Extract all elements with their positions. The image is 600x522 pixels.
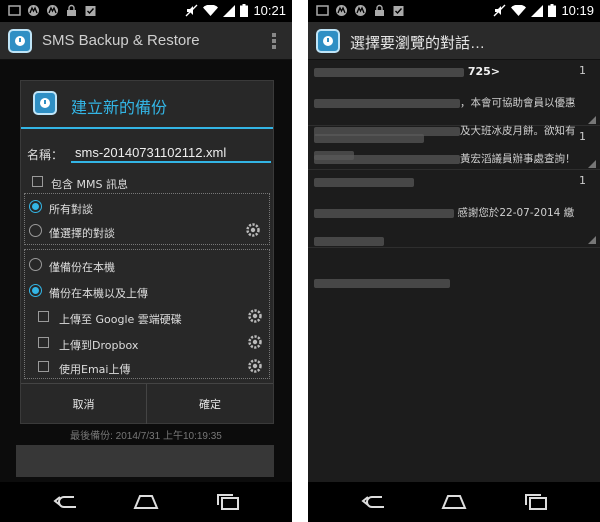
backup-local-row[interactable]: 僅備份在本機 [25,256,269,278]
preview-line-1: ，本會可協助會員以優惠 [460,97,576,109]
home-icon[interactable] [132,493,160,511]
action-bar: SMS Backup & Restore [0,22,292,60]
lock-icon [67,4,76,16]
page-title: 選擇要瀏覽的對話… [350,35,486,52]
upload-email-row[interactable]: 使用Emai上傳 [25,358,269,380]
signal-icon [531,4,544,17]
create-backup-dialog: 建立新的備份 名稱： 包含 MMS 訊息 所有對談 僅選擇的對談 僅備 [20,80,274,424]
back-icon[interactable] [360,493,388,511]
overflow-menu-icon[interactable] [272,33,276,49]
include-mms-row[interactable]: 包含 MMS 訊息 [21,173,273,195]
back-icon[interactable] [52,493,80,511]
mute-icon [493,4,506,17]
battery-icon [240,4,249,17]
dialog-header: 建立新的備份 [21,81,273,129]
upload-email-checkbox[interactable] [38,361,49,372]
home-icon[interactable] [440,493,468,511]
all-conversations-label: 所有對談 [49,203,93,216]
sms-backup-app-icon [33,91,57,115]
app-title: SMS Backup & Restore [42,32,200,49]
name-label: 名稱： [27,148,64,162]
include-mms-label: 包含 MMS 訊息 [51,178,128,191]
upload-google-row[interactable]: 上傳至 Google 雲端硬碟 [25,308,269,330]
corner-indicator-icon [588,116,596,124]
message-count: 1 [579,64,586,77]
conversation-header [314,175,414,188]
gear-icon[interactable] [247,308,263,324]
include-mms-checkbox[interactable] [32,176,43,187]
cancel-button[interactable]: 取消 [21,384,147,424]
recents-icon[interactable] [522,493,550,511]
motorola-icon [336,5,347,16]
upload-dropbox-checkbox[interactable] [38,337,49,348]
backup-destination-group: 僅備份在本機 備份在本機以及上傳 上傳至 Google 雲端硬碟 上傳到Drop… [24,249,270,379]
lock-icon [375,4,384,16]
notification-icon [316,5,329,16]
conversation-header [314,131,424,144]
conversation-preview [314,148,592,162]
dialog-buttons: 取消 確定 [21,383,273,424]
status-bar: 10:21 [0,0,292,22]
backup-local-upload-row[interactable]: 備份在本機以及上傳 [25,282,269,304]
gear-icon[interactable] [247,334,263,350]
all-conversations-row[interactable]: 所有對談 [25,198,269,220]
gear-icon[interactable] [247,358,263,374]
upload-dropbox-row[interactable]: 上傳到Dropbox [25,334,269,356]
battery-icon [548,4,557,17]
conversation-item[interactable]: 1 感謝您於22-07-2014 繳 [308,170,600,288]
backup-local-upload-label: 備份在本機以及上傳 [49,287,148,300]
upload-email-label: 使用Emai上傳 [59,363,131,376]
sms-backup-app-icon [316,29,340,53]
ok-button[interactable]: 確定 [147,384,273,424]
selected-conversations-row[interactable]: 僅選擇的對談 [25,222,269,244]
recents-icon[interactable] [214,493,242,511]
conversation-preview: 感謝您於22-07-2014 繳 [314,192,592,304]
dialog-title: 建立新的備份 [71,98,168,117]
name-row: 名稱： [25,143,271,165]
conversation-header-tail: 725> [467,65,501,78]
conversation-header: 725> [314,65,500,78]
wifi-icon [203,4,219,16]
message-count: 1 [579,130,586,143]
navigation-bar [308,482,600,522]
left-screen: 10:21 SMS Backup & Restore 最後備份: 2014/7/… [0,0,292,522]
notification-icon [8,5,21,16]
selected-conversations-radio[interactable] [29,224,42,237]
sms-backup-app-icon [8,29,32,53]
preview-line-1: 感謝您於22-07-2014 繳 [457,207,575,219]
conversation-scope-group: 所有對談 僅選擇的對談 [24,193,270,245]
checklist-icon [393,6,404,16]
background-card [16,445,274,477]
right-screen: 10:19 選擇要瀏覽的對話… 725> 1 ，本會可協助會員以優惠 及大班冰皮… [308,0,600,522]
motorola-icon [47,5,58,16]
motorola-icon [28,5,39,16]
status-bar: 10:19 [308,0,600,22]
gear-icon[interactable] [245,222,261,238]
status-time: 10:19 [561,3,594,18]
navigation-bar [0,482,292,522]
motorola-icon [355,5,366,16]
backup-local-radio[interactable] [29,258,42,271]
checklist-icon [85,6,96,16]
upload-google-checkbox[interactable] [38,311,49,322]
corner-indicator-icon [588,236,596,244]
mute-icon [185,4,198,17]
status-time: 10:21 [253,3,286,18]
action-bar: 選擇要瀏覽的對話… [308,22,600,60]
backup-local-upload-radio[interactable] [29,284,42,297]
conversation-item[interactable]: 725> 1 ，本會可協助會員以優惠 及大班冰皮月餅。欲知有 黃宏滔議員辦事處查… [308,60,600,165]
upload-google-label: 上傳至 Google 雲端硬碟 [59,313,182,326]
message-count: 1 [579,174,586,187]
all-conversations-radio[interactable] [29,200,42,213]
corner-indicator-icon [588,160,596,168]
signal-icon [223,4,236,17]
selected-conversations-label: 僅選擇的對談 [49,227,115,240]
upload-dropbox-label: 上傳到Dropbox [59,339,139,352]
backup-local-label: 僅備份在本機 [49,261,115,274]
conversation-item[interactable]: 1 [308,126,600,170]
backup-name-input[interactable] [71,143,271,163]
last-backup-text: 最後備份: 2014/7/31 上午10:19:35 [70,431,222,442]
wifi-icon [511,4,527,16]
